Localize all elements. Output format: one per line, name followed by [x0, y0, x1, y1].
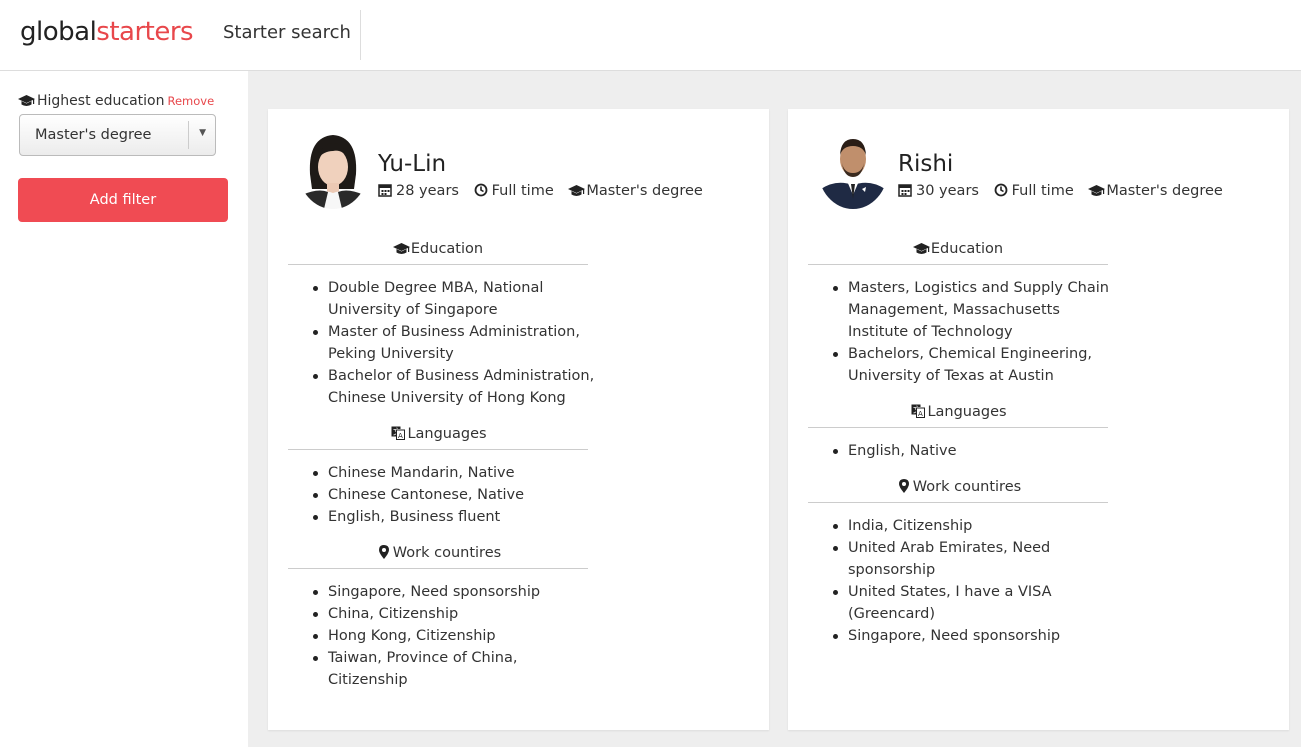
graduation-cap-icon: [18, 95, 37, 111]
clock-icon: [994, 183, 1012, 201]
starter-name[interactable]: Yu-Lin: [378, 151, 446, 177]
list-item: Singapore, Need sponsorship: [308, 581, 598, 603]
list-item: Chinese Cantonese, Native: [308, 484, 598, 506]
add-filter-button[interactable]: Add filter: [18, 178, 228, 222]
meta-degree: Master's degree: [568, 183, 703, 201]
starter-card[interactable]: Yu-Lin 28 years Full time Master's degre…: [268, 109, 769, 730]
section-title-text: Languages: [927, 404, 1007, 420]
logo-starters: starters: [96, 17, 194, 47]
map-marker-icon: [895, 479, 913, 497]
list-item: Master of Business Administration, Pekin…: [308, 321, 598, 365]
logo[interactable]: globalstarters: [20, 17, 194, 47]
filter-sidebar: Highest education Remove Master's degree …: [0, 71, 248, 747]
list-item: China, Citizenship: [308, 603, 598, 625]
section-languages-title: 文ALanguages: [808, 404, 1108, 428]
clock-icon: [474, 183, 492, 201]
nav-starter-search[interactable]: Starter search: [223, 22, 351, 43]
nav-divider: [360, 10, 361, 60]
list-item: Hong Kong, Citizenship: [308, 625, 598, 647]
select-divider: [188, 121, 189, 149]
countries-list: Singapore, Need sponsorship China, Citiz…: [308, 581, 598, 691]
remove-filter-link[interactable]: Remove: [168, 94, 215, 108]
languages-list: Chinese Mandarin, Native Chinese Cantone…: [308, 462, 598, 528]
list-item: Taiwan, Province of China, Citizenship: [308, 647, 598, 691]
list-item: Bachelors, Chemical Engineering, Univers…: [828, 343, 1118, 387]
graduation-cap-icon: [568, 185, 586, 201]
section-title-text: Education: [410, 241, 484, 257]
starter-meta: 28 years Full time Master's degree: [378, 183, 713, 201]
starter-card[interactable]: Rishi 30 years Full time Master's degree…: [788, 109, 1289, 730]
language-icon: 文A: [909, 404, 927, 422]
meta-employment: Full time: [994, 183, 1074, 199]
graduation-cap-icon: [1088, 185, 1106, 201]
map-marker-icon: [375, 545, 393, 563]
education-select-value: Master's degree: [35, 127, 152, 143]
meta-employment: Full time: [474, 183, 554, 199]
meta-degree-text: Master's degree: [586, 183, 703, 199]
list-item: Masters, Logistics and Supply Chain Mana…: [828, 277, 1118, 343]
meta-age: 28 years: [378, 183, 459, 199]
meta-employment-text: Full time: [491, 183, 554, 199]
list-item: Bachelor of Business Administration, Chi…: [308, 365, 598, 409]
section-education-title: Education: [808, 241, 1108, 265]
list-item: Double Degree MBA, National University o…: [308, 277, 598, 321]
languages-list: English, Native: [828, 440, 1118, 462]
section-title-text: Languages: [407, 426, 487, 442]
list-item: India, Citizenship: [828, 515, 1118, 537]
education-list: Double Degree MBA, National University o…: [308, 277, 598, 409]
starter-name[interactable]: Rishi: [898, 151, 953, 177]
filter-highest-education: Highest education Remove: [18, 93, 214, 111]
chevron-down-icon: ▼: [199, 128, 206, 138]
calendar-icon: [898, 183, 916, 201]
top-bar: globalstarters Starter search: [0, 0, 1301, 71]
meta-degree: Master's degree: [1088, 183, 1223, 201]
education-list: Masters, Logistics and Supply Chain Mana…: [828, 277, 1118, 387]
language-icon: 文A: [389, 426, 407, 444]
starter-meta: 30 years Full time Master's degree: [898, 183, 1233, 201]
svg-text:A: A: [398, 432, 403, 440]
filter-label-text: Highest education: [37, 93, 165, 109]
results-area: Yu-Lin 28 years Full time Master's degre…: [248, 71, 1301, 747]
avatar: [818, 129, 888, 209]
graduation-cap-icon: [913, 243, 931, 259]
meta-degree-text: Master's degree: [1106, 183, 1223, 199]
avatar: [298, 129, 368, 209]
countries-list: India, Citizenship United Arab Emirates,…: [828, 515, 1118, 647]
graduation-cap-icon: [393, 243, 411, 259]
meta-age-text: 30 years: [916, 183, 979, 199]
section-title-text: Work countires: [912, 479, 1022, 495]
meta-age: 30 years: [898, 183, 979, 199]
svg-text:A: A: [918, 410, 923, 418]
section-countries-title: Work countires: [288, 545, 588, 569]
list-item: Singapore, Need sponsorship: [828, 625, 1118, 647]
meta-age-text: 28 years: [396, 183, 459, 199]
list-item: English, Native: [828, 440, 1118, 462]
section-languages-title: 文ALanguages: [288, 426, 588, 450]
meta-employment-text: Full time: [1011, 183, 1074, 199]
calendar-icon: [378, 183, 396, 201]
section-title-text: Education: [930, 241, 1004, 257]
list-item: English, Business fluent: [308, 506, 598, 528]
section-countries-title: Work countires: [808, 479, 1108, 503]
list-item: United Arab Emirates, Need sponsorship: [828, 537, 1118, 581]
list-item: United States, I have a VISA (Greencard): [828, 581, 1118, 625]
section-title-text: Work countires: [392, 545, 502, 561]
list-item: Chinese Mandarin, Native: [308, 462, 598, 484]
logo-global: global: [20, 17, 97, 47]
education-select[interactable]: Master's degree ▼: [19, 114, 216, 156]
section-education-title: Education: [288, 241, 588, 265]
